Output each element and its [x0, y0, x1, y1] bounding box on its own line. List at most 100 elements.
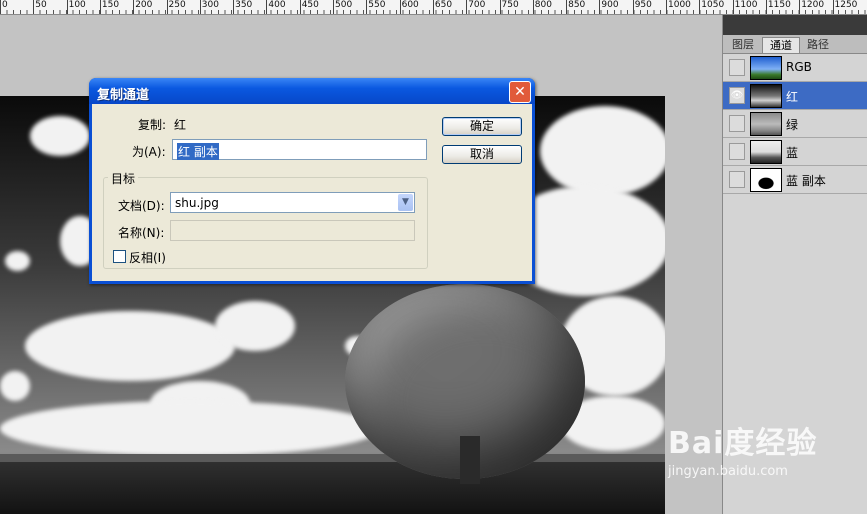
- ruler-label: 700: [468, 0, 486, 10]
- ruler-major-tick: [0, 0, 1, 14]
- channel-name-input[interactable]: 红 副本: [172, 139, 427, 160]
- dialog-titlebar[interactable]: 复制通道 ✕: [89, 78, 535, 104]
- ruler-major-tick: [666, 0, 667, 14]
- document-select-value: shu.jpg: [175, 196, 219, 210]
- copy-value: 红: [174, 118, 187, 132]
- close-icon: ✕: [514, 84, 526, 100]
- channel-name-value: 红 副本: [177, 143, 219, 160]
- cloud: [0, 371, 30, 401]
- channel-name: 绿: [786, 118, 799, 132]
- ruler-label: 900: [601, 0, 619, 10]
- panel-header[interactable]: [723, 15, 867, 35]
- watermark-url: jingyan.baidu.com: [668, 464, 788, 479]
- ruler-label: 650: [434, 0, 453, 10]
- ruler-label: 850: [568, 0, 586, 10]
- ruler-label: 750: [501, 0, 519, 10]
- destination-group-title: 目标: [108, 170, 139, 187]
- cloud: [0, 401, 380, 456]
- duplicate-channel-dialog: 复制通道 ✕ 复制: 红 为(A): 红 副本 确定 取消 目标 文档(D): …: [89, 78, 535, 284]
- tab-paths[interactable]: 路径: [801, 37, 835, 52]
- copy-label: 复制:: [138, 118, 167, 132]
- cloud: [5, 251, 30, 271]
- ruler-label: 1150: [767, 0, 791, 10]
- ruler-major-tick: [266, 0, 268, 14]
- ruler-label: 1200: [801, 0, 825, 10]
- cloud: [30, 116, 90, 156]
- ruler-label: 1000: [668, 0, 691, 10]
- channel-row-blue-copy[interactable]: 蓝 副本: [723, 166, 867, 194]
- ruler-label: 800: [534, 0, 552, 10]
- channel-name: 蓝: [786, 146, 799, 160]
- visibility-toggle[interactable]: [729, 171, 745, 188]
- cancel-button[interactable]: 取消: [442, 145, 522, 164]
- tree-trunk: [460, 436, 480, 484]
- visibility-toggle[interactable]: [729, 59, 745, 76]
- ruler-major-tick: [699, 0, 701, 14]
- ruler-major-tick: [532, 0, 534, 14]
- ruler-major-tick: [599, 0, 601, 14]
- ruler-major-tick: [133, 0, 135, 14]
- ruler-major-tick: [566, 0, 568, 14]
- ruler-major-tick: [199, 0, 201, 14]
- channel-thumbnail: [750, 168, 782, 192]
- ruler-major-tick: [299, 0, 301, 14]
- chevron-down-icon[interactable]: ▼: [398, 194, 413, 211]
- channel-name: RGB: [786, 60, 812, 74]
- dialog-title: 复制通道: [97, 88, 150, 103]
- eye-icon[interactable]: 👁: [729, 87, 745, 104]
- ruler-label: 50: [35, 0, 47, 10]
- channel-name: 蓝 副本: [786, 174, 826, 188]
- ruler-major-tick: [166, 0, 168, 14]
- ruler-major-tick: [632, 0, 634, 14]
- ruler-major-tick: [399, 0, 401, 14]
- horizontal-ruler: 0 50 100 150 200 250 300 350 400 450 500 550 600 650 7…: [0, 0, 867, 15]
- ruler-major-tick: [99, 0, 101, 14]
- ruler-major-tick: [466, 0, 468, 14]
- ruler-label: 600: [401, 0, 419, 10]
- ruler-label: 250: [168, 0, 186, 10]
- ruler-label: 1250: [834, 0, 858, 10]
- ruler-label: 950: [634, 0, 652, 10]
- document-label: 文档(D):: [118, 199, 165, 213]
- name-input[interactable]: [170, 220, 415, 241]
- ruler-label: 550: [368, 0, 386, 10]
- ok-button[interactable]: 确定: [442, 117, 522, 136]
- baidu-watermark: Bai度经验 jingyan.baidu.com: [668, 418, 817, 479]
- ruler-label: 1100: [734, 0, 758, 10]
- ruler-major-tick: [333, 0, 334, 14]
- channel-thumbnail: [750, 84, 782, 108]
- dialog-body: 复制: 红 为(A): 红 副本 确定 取消 目标 文档(D): shu.jpg…: [92, 104, 532, 281]
- ruler-label: 200: [135, 0, 153, 10]
- tab-channels[interactable]: 通道: [762, 37, 800, 53]
- ruler-major-tick: [765, 0, 767, 14]
- name-label: 名称(N):: [118, 226, 165, 240]
- horizon-line: [0, 454, 665, 462]
- invert-checkbox[interactable]: [113, 250, 126, 263]
- ruler-label: 1050: [701, 0, 725, 10]
- channel-row-red[interactable]: 👁 红: [723, 82, 867, 110]
- ruler-label: 500: [335, 0, 353, 10]
- tab-layers[interactable]: 图层: [726, 37, 760, 52]
- visibility-toggle[interactable]: [729, 143, 745, 160]
- as-label: 为(A):: [132, 145, 166, 159]
- ruler-label: 0: [2, 0, 8, 10]
- ruler-major-tick: [499, 0, 501, 14]
- channel-row-green[interactable]: 绿: [723, 110, 867, 138]
- channel-name: 红: [786, 90, 799, 104]
- ruler-label: 100: [68, 0, 86, 10]
- channel-thumbnail: [750, 56, 782, 80]
- invert-label: 反相(I): [129, 251, 166, 265]
- channel-row-blue[interactable]: 蓝: [723, 138, 867, 166]
- channel-row-rgb[interactable]: RGB: [723, 54, 867, 82]
- ruler-major-tick: [432, 0, 434, 14]
- document-select[interactable]: shu.jpg ▼: [170, 192, 415, 213]
- ruler-major-tick: [233, 0, 235, 14]
- close-button[interactable]: ✕: [509, 81, 531, 103]
- ruler-major-tick: [33, 0, 35, 14]
- ground: [0, 462, 665, 514]
- ruler-major-tick: [366, 0, 368, 14]
- visibility-toggle[interactable]: [729, 115, 745, 132]
- channel-thumbnail: [750, 140, 782, 164]
- cloud: [215, 301, 295, 351]
- cloud: [540, 106, 665, 196]
